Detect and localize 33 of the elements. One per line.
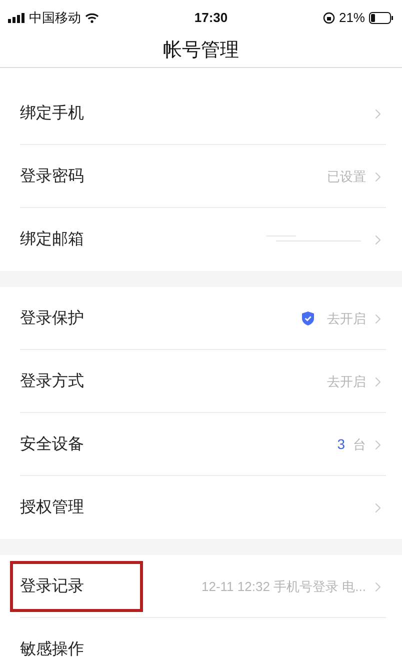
count-unit: 台 <box>353 436 366 454</box>
row-value: 12-11 12:32 手机号登录 电... <box>202 578 366 596</box>
settings-row[interactable]: 安全设备 3 台 <box>0 413 402 476</box>
row-value: 去开启 <box>327 310 366 328</box>
settings-row[interactable]: 登录记录 12-11 12:32 手机号登录 电... <box>0 555 402 618</box>
row-label: 登录方式 <box>20 372 84 392</box>
settings-row[interactable]: 敏感操作 <box>0 618 402 657</box>
battery-icon <box>369 12 394 24</box>
status-time: 17:30 <box>194 8 228 27</box>
row-label: 绑定手机 <box>20 104 84 124</box>
device-count: 3 <box>337 435 345 454</box>
row-value: 已设置 <box>327 168 366 186</box>
shield-check-icon <box>301 311 315 326</box>
battery-percent: 21% <box>338 8 365 27</box>
row-label: 登录记录 <box>20 576 84 596</box>
wifi-icon <box>85 12 99 22</box>
settings-row[interactable]: 登录密码 已设置 <box>0 145 402 208</box>
settings-row[interactable]: 绑定邮箱 <box>0 208 402 271</box>
page-title: 帐号管理 <box>163 38 239 63</box>
settings-row[interactable]: 授权管理 <box>0 476 402 539</box>
row-label: 绑定邮箱 <box>20 230 84 250</box>
row-value: 去开启 <box>327 372 366 391</box>
row-label: 登录密码 <box>20 166 84 186</box>
carrier-name: 中国移动 <box>29 8 81 27</box>
row-label: 授权管理 <box>20 498 84 518</box>
row-label: 敏感操作 <box>20 640 84 657</box>
settings-row[interactable]: 登录方式 去开启 <box>0 350 402 413</box>
row-label: 安全设备 <box>20 434 84 454</box>
signal-icon <box>8 12 25 22</box>
settings-row[interactable]: 绑定手机 <box>0 82 402 145</box>
rotation-lock-icon <box>322 12 335 24</box>
row-label: 登录保护 <box>20 308 84 328</box>
settings-row[interactable]: 登录保护 去开启 <box>0 287 402 350</box>
